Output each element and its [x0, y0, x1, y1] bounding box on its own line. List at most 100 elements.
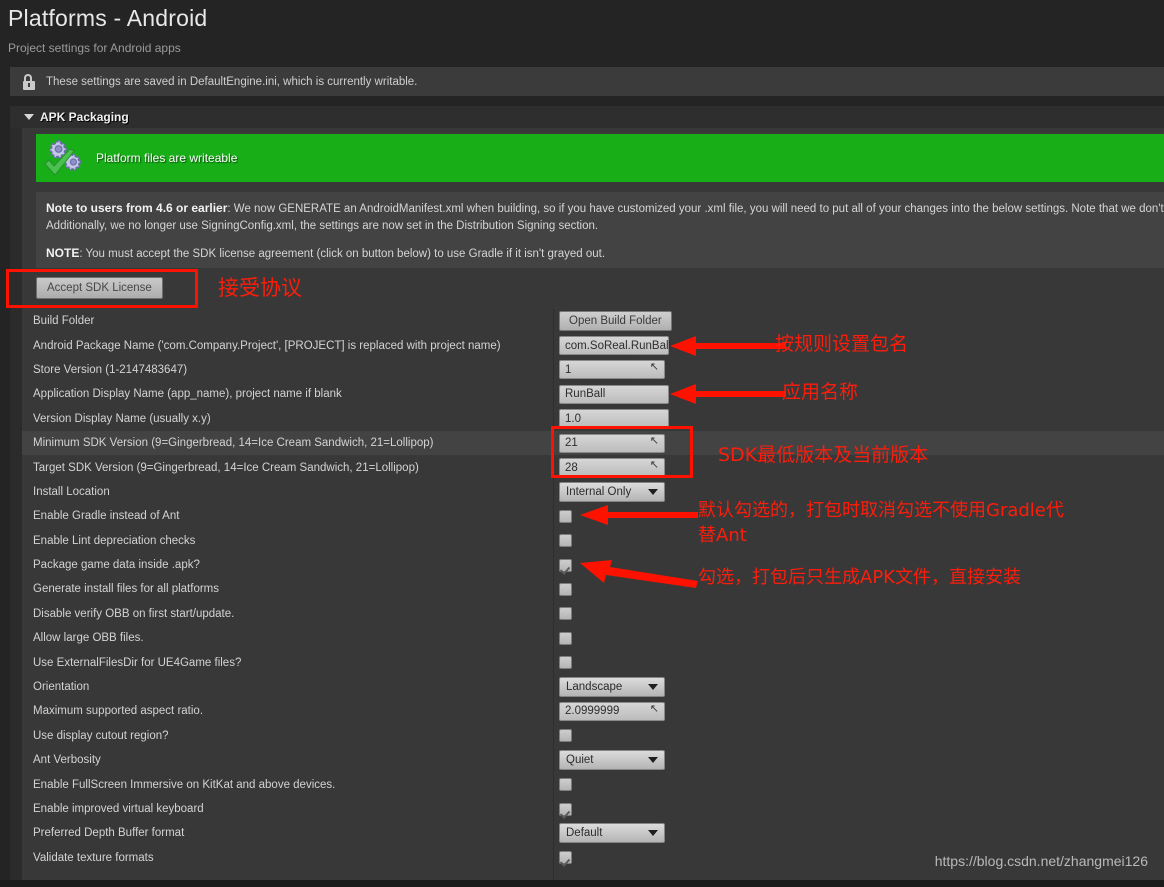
platform-files-writeable-banner: Platform files are writeable [36, 134, 1164, 182]
settings-row-control [553, 534, 1164, 548]
settings-row-label: Version Display Name (usually x.y) [33, 412, 211, 425]
dropdown-select[interactable]: Quiet [559, 750, 665, 771]
checkbox-checked[interactable] [559, 851, 572, 865]
drag-resize-icon[interactable] [648, 360, 659, 375]
settings-row: Install Location Internal Only [22, 480, 1164, 504]
settings-row-label: Enable improved virtual keyboard [33, 803, 204, 815]
settings-row: Application Display Name (app_name), pro… [22, 382, 1164, 406]
accept-sdk-license-button[interactable]: Accept SDK License [36, 277, 163, 299]
settings-row: Enable improved virtual keyboard [22, 797, 1164, 821]
checkbox-unchecked[interactable] [559, 729, 572, 743]
chevron-down-icon[interactable] [648, 684, 658, 691]
settings-row: Package game data inside .apk? [22, 553, 1164, 577]
dropdown-value: Landscape [566, 681, 623, 694]
checkbox-unchecked[interactable] [559, 582, 572, 596]
panel-gutter [10, 128, 22, 880]
settings-row-control [553, 558, 1164, 572]
settings-row: Version Display Name (usually x.y) 1.0 [22, 407, 1164, 431]
dropdown-value: Default [566, 827, 603, 840]
chevron-down-icon[interactable] [648, 757, 658, 764]
chevron-down-icon[interactable] [648, 488, 658, 495]
number-input-value: 2.0999999 [565, 705, 620, 718]
note-line-3: NOTE: You must accept the SDK license ag… [36, 235, 1164, 263]
settings-row-control [553, 778, 1164, 792]
settings-row: Build Folder Open Build Folder [22, 309, 1164, 333]
number-input[interactable]: 2.0999999 [559, 701, 665, 721]
dropdown-value: Internal Only [566, 485, 632, 498]
settings-row: Enable FullScreen Immersive on KitKat an… [22, 772, 1164, 796]
dropdown-value: Quiet [566, 754, 594, 767]
column-splitter[interactable] [553, 309, 554, 880]
checkbox-unchecked[interactable] [559, 778, 572, 792]
settings-row: Ant Verbosity Quiet [22, 748, 1164, 772]
settings-row-control: RunBall [553, 384, 1164, 404]
settings-row-control [553, 582, 1164, 596]
checkbox-unchecked[interactable] [559, 656, 572, 670]
footer-strip [0, 880, 1164, 887]
settings-row-control: 28 [553, 458, 1164, 478]
number-input[interactable]: 1 [559, 360, 665, 380]
note-line-1: Note to users from 4.6 or earlier: We no… [36, 192, 1164, 218]
settings-row-label: Disable verify OBB on first start/update… [33, 607, 235, 620]
drag-resize-icon[interactable] [648, 458, 659, 473]
checkbox-checked[interactable] [559, 558, 572, 572]
settings-row-label: Enable Gradle instead of Ant [33, 510, 180, 523]
checkbox-checked[interactable] [559, 802, 572, 816]
settings-row-control [553, 802, 1164, 816]
dropdown-select[interactable]: Landscape [559, 677, 665, 698]
checkbox-unchecked[interactable] [559, 534, 572, 548]
chevron-down-icon[interactable] [648, 830, 658, 837]
settings-row-label: Preferred Depth Buffer format [33, 827, 185, 840]
category-title: APK Packaging [40, 110, 129, 124]
text-input[interactable]: 1.0 [559, 409, 669, 429]
settings-row-control: 21 [553, 433, 1164, 453]
settings-row-control [553, 656, 1164, 670]
settings-row-label: Maximum supported aspect ratio. [33, 705, 204, 718]
drag-resize-icon[interactable] [648, 434, 659, 449]
checkbox-unchecked[interactable] [559, 607, 572, 621]
category-header-apk-packaging[interactable]: APK Packaging [10, 106, 1164, 128]
dropdown-select[interactable]: Internal Only [559, 481, 665, 502]
settings-row-control: 2.0999999 [553, 701, 1164, 721]
settings-row-label: Store Version (1-2147483647) [33, 363, 188, 376]
watermark: https://blog.csdn.net/zhangmei126 [934, 853, 1148, 869]
settings-row: Maximum supported aspect ratio. 2.0999999 [22, 699, 1164, 723]
writeable-banner-text: Platform files are writeable [96, 151, 238, 165]
settings-row-label: Validate texture formats [33, 851, 154, 864]
checkbox-unchecked[interactable] [559, 509, 572, 523]
settings-row-label: Install Location [33, 485, 110, 498]
settings-row: Orientation Landscape [22, 675, 1164, 699]
note-line-3-strong: NOTE [46, 246, 80, 260]
settings-row-control: 1.0 [553, 409, 1164, 429]
number-input-value: 21 [565, 437, 578, 450]
settings-row: Disable verify OBB on first start/update… [22, 602, 1164, 626]
dropdown-select[interactable]: Default [559, 823, 665, 844]
settings-row: Enable Lint depreciation checks [22, 529, 1164, 553]
settings-row-label: Enable Lint depreciation checks [33, 534, 196, 547]
settings-row-control [553, 631, 1164, 645]
open-build-folder-button[interactable]: Open Build Folder [559, 311, 672, 332]
settings-row-label: Use display cutout region? [33, 729, 169, 742]
settings-row: Preferred Depth Buffer format Default [22, 821, 1164, 845]
settings-row-label: Use ExternalFilesDir for UE4Game files? [33, 656, 242, 669]
settings-row-label: Target SDK Version (9=Gingerbread, 14=Ic… [33, 461, 419, 474]
settings-row-control: 1 [553, 360, 1164, 380]
number-input-value: 1 [565, 363, 572, 376]
settings-row: Enable Gradle instead of Ant [22, 504, 1164, 528]
settings-row: Use display cutout region? [22, 724, 1164, 748]
settings-row: Generate install files for all platforms [22, 577, 1164, 601]
settings-row: Allow large OBB files. [22, 626, 1164, 650]
page-title: Platforms - Android [8, 5, 208, 31]
page-header: Platforms - Android Project settings for… [0, 0, 1164, 62]
number-input[interactable]: 21 [559, 433, 665, 453]
drag-resize-icon[interactable] [648, 702, 659, 717]
checkbox-unchecked[interactable] [559, 631, 572, 645]
number-input[interactable]: 28 [559, 458, 665, 478]
text-input[interactable]: com.SoReal.RunBall [559, 336, 671, 356]
chevron-down-icon[interactable] [24, 114, 34, 120]
number-input-value: 28 [565, 461, 578, 474]
settings-rows: Build Folder Open Build Folder Android Pac… [22, 309, 1164, 870]
settings-row-label: Allow large OBB files. [33, 632, 144, 645]
text-input[interactable]: RunBall [559, 384, 669, 404]
settings-row-label: Build Folder [33, 315, 95, 328]
